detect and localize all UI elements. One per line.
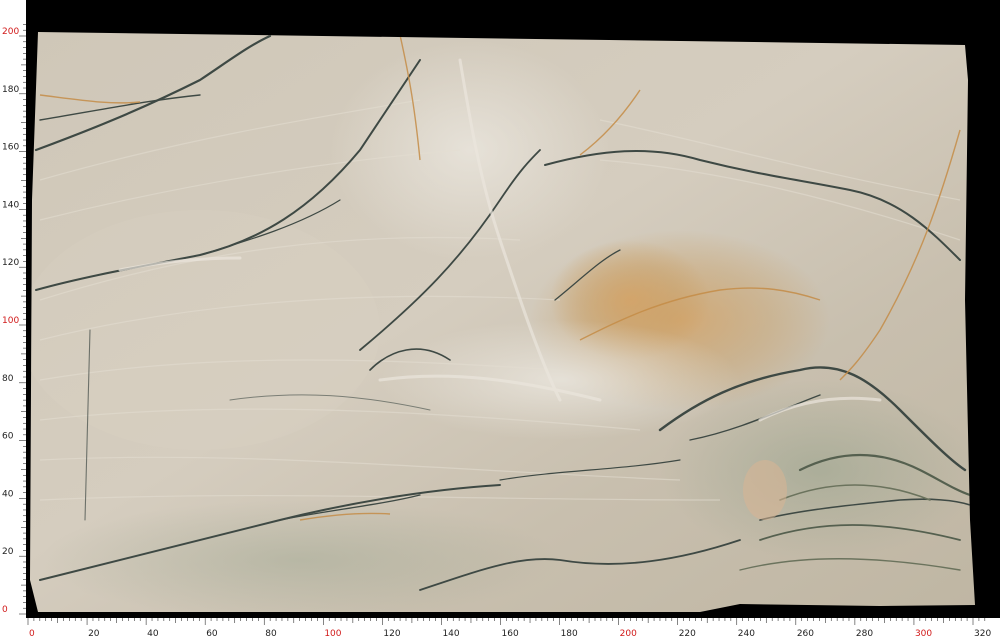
y-ruler-label: 80 <box>2 374 14 384</box>
x-ruler-label: 320 <box>974 629 991 639</box>
x-ruler-label: 0 <box>29 629 35 639</box>
x-ruler-label: 180 <box>561 629 578 639</box>
marble-slab-image: 0 20 40 60 80 100 120 140 160 180 200 220 240 260 280 3… <box>0 0 1000 642</box>
x-ruler-label: 220 <box>679 629 696 639</box>
x-ruler-label: 280 <box>856 629 873 639</box>
x-ruler-label: 60 <box>206 629 218 639</box>
y-ruler-label: 100 <box>2 316 19 326</box>
y-ruler-label: 0 <box>2 605 8 615</box>
x-ruler-label: 260 <box>797 629 814 639</box>
y-ruler-label: 140 <box>2 200 19 210</box>
left-ruler: 0 20 40 60 80 100 120 140 160 180 200 <box>0 0 26 620</box>
y-ruler-label: 40 <box>2 489 14 499</box>
x-ruler-label: 120 <box>383 629 400 639</box>
slab-photo: 0 20 40 60 80 100 120 140 160 180 200 220 240 260 280 3… <box>0 0 1000 642</box>
x-ruler-label: 40 <box>147 629 159 639</box>
x-ruler-label: 20 <box>88 629 100 639</box>
x-ruler-label: 200 <box>620 629 637 639</box>
y-ruler-label: 200 <box>2 27 19 37</box>
y-ruler-label: 120 <box>2 258 19 268</box>
y-ruler-label: 20 <box>2 547 14 557</box>
x-ruler-label: 240 <box>738 629 755 639</box>
y-ruler-label: 160 <box>2 143 19 153</box>
x-ruler-label: 140 <box>442 629 459 639</box>
x-ruler-label: 160 <box>502 629 519 639</box>
x-ruler-label: 300 <box>915 629 932 639</box>
x-ruler-label: 80 <box>265 629 277 639</box>
bottom-ruler: 0 20 40 60 80 100 120 140 160 180 200 220 240 260 280 3… <box>0 618 1000 642</box>
y-ruler-label: 60 <box>2 432 14 442</box>
y-ruler-label: 180 <box>2 85 19 95</box>
x-ruler-label: 100 <box>324 629 341 639</box>
